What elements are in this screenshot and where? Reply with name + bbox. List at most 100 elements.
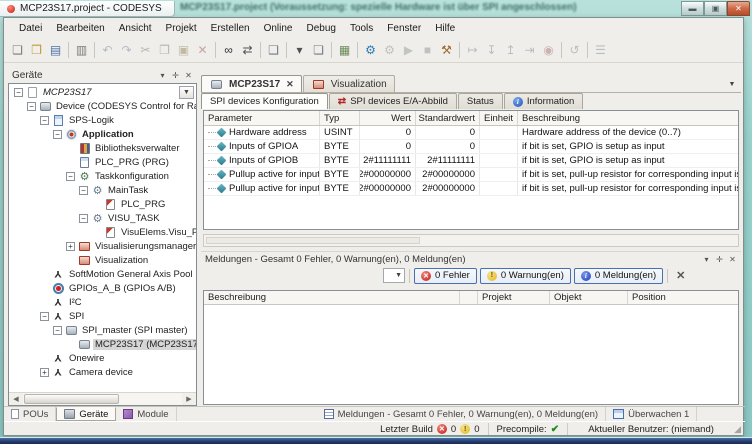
subtab-spi-devices-e-a-abbild[interactable]: SPI devices E/A-Abbild bbox=[328, 93, 457, 109]
minimize-button[interactable]: ▬ bbox=[681, 1, 704, 16]
tree-item-application[interactable]: − Application bbox=[9, 127, 196, 141]
tree-item-i-c[interactable]: I²C bbox=[9, 295, 196, 309]
tree-item-onewire[interactable]: Onewire bbox=[9, 351, 196, 365]
menu-online[interactable]: Online bbox=[257, 21, 300, 36]
tree-item-spi[interactable]: − SPI bbox=[9, 309, 196, 323]
device-selector-dropdown[interactable]: ▼ bbox=[179, 86, 194, 99]
tree-item-visu-task[interactable]: − VISU_TASK bbox=[9, 211, 196, 225]
cell-wert[interactable]: 2#00000000 bbox=[360, 182, 416, 195]
menu-fenster[interactable]: Fenster bbox=[380, 21, 428, 36]
scroll-left-icon[interactable]: ◀ bbox=[9, 393, 23, 405]
open-project-icon[interactable]: ❒ bbox=[27, 40, 46, 59]
login-icon[interactable]: ⚙ bbox=[361, 40, 380, 59]
tree-horizontal-scrollbar[interactable]: ◀ ▶ bbox=[9, 392, 196, 405]
save-project-icon[interactable]: ▤ bbox=[46, 40, 65, 59]
scroll-right-icon[interactable]: ▶ bbox=[182, 393, 196, 405]
expander-plus-icon[interactable]: + bbox=[66, 241, 75, 251]
close-tab-icon[interactable]: ✕ bbox=[286, 79, 294, 90]
expander-minus-icon[interactable]: − bbox=[14, 87, 23, 97]
build-icon[interactable]: ▾ bbox=[290, 40, 309, 59]
tree-item-mcp23s17-mcp23s17[interactable]: MCP23S17 (MCP23S17) bbox=[9, 337, 196, 351]
expander-minus-icon[interactable]: − bbox=[79, 185, 88, 195]
doc-tab-mcp23s17[interactable]: MCP23S17 ✕ bbox=[201, 75, 302, 92]
expander-minus-icon[interactable]: − bbox=[66, 171, 75, 181]
tree-item-maintask[interactable]: − MainTask bbox=[9, 183, 196, 197]
maximize-button[interactable]: ▣ bbox=[704, 1, 727, 16]
expander-minus-icon[interactable]: − bbox=[79, 213, 88, 223]
parameter-row-inputs-of-gpiob[interactable]: Inputs of GPIOB BYTE 2#11111111 2#11111111 i… bbox=[204, 154, 738, 168]
export-icon[interactable]: ❑ bbox=[264, 40, 283, 59]
filter-0-warnung-en[interactable]: ! 0 Warnung(en) bbox=[479, 267, 571, 284]
view-tab-ger-te[interactable]: Geräte bbox=[56, 407, 117, 421]
tree-item-camera-device[interactable]: + Camera device bbox=[9, 365, 196, 379]
subtab-status[interactable]: Status bbox=[457, 93, 503, 109]
tree-item-visualisierungsmanager[interactable]: + Visualisierungsmanager bbox=[9, 239, 196, 253]
editor-horizontal-scrollbar[interactable] bbox=[203, 234, 739, 247]
filter-0-meldung-en[interactable]: i0 Meldung(en) bbox=[573, 267, 664, 284]
panel-menu-icon[interactable]: ▾ bbox=[156, 69, 169, 81]
expander-minus-icon[interactable]: − bbox=[40, 115, 49, 125]
view-tab-pous[interactable]: POUs bbox=[4, 407, 57, 421]
tree-item-device-codesys-control-for-raspberry-pi[interactable]: − Device (CODESYS Control for Raspberry P… bbox=[9, 99, 196, 113]
scroll-thumb[interactable] bbox=[24, 394, 120, 404]
scroll-track[interactable] bbox=[23, 393, 182, 405]
print-icon[interactable]: ▥ bbox=[72, 40, 91, 59]
library-icon bbox=[77, 142, 92, 155]
cell-wert[interactable]: 0 bbox=[360, 140, 416, 153]
doc-tab-visualization[interactable]: Visualization bbox=[302, 75, 395, 92]
parameter-row-pullup-active-for-inputs-a[interactable]: Pullup active for inputs ABYTE2#00000000… bbox=[204, 168, 738, 182]
menu-hilfe[interactable]: Hilfe bbox=[428, 21, 462, 36]
pin-icon[interactable]: ✛ bbox=[169, 69, 182, 81]
tab-list-dropdown-icon[interactable]: ▼ bbox=[725, 78, 739, 91]
close-button[interactable]: ✕ bbox=[727, 1, 750, 16]
cell-wert[interactable]: 2#11111111 bbox=[360, 154, 416, 167]
resize-grip-icon[interactable]: ◢ bbox=[734, 424, 741, 435]
tree-item-bibliotheksverwalter[interactable]: Bibliotheksverwalter bbox=[9, 141, 196, 155]
expander-minus-icon[interactable]: − bbox=[53, 129, 62, 139]
tree-item-gpios-a-b-gpios-a-b[interactable]: GPIOs_A_B (GPIOs A/B) bbox=[9, 281, 196, 295]
menu-bearbeiten[interactable]: Bearbeiten bbox=[49, 21, 111, 36]
clear-messages-icon[interactable]: ✕ bbox=[672, 269, 689, 282]
message-category-dropdown[interactable]: ▼ bbox=[383, 268, 405, 283]
find-icon[interactable]: ∞ bbox=[219, 40, 238, 59]
expander-minus-icon[interactable]: − bbox=[27, 101, 36, 111]
cell-wert[interactable]: 2#00000000 bbox=[360, 168, 416, 181]
debug-tools-icon[interactable]: ⚒ bbox=[437, 40, 456, 59]
tree-item-plc-prg[interactable]: PLC_PRG bbox=[9, 197, 196, 211]
close-icon[interactable]: ✕ bbox=[726, 253, 739, 265]
expander-minus-icon[interactable]: − bbox=[53, 325, 62, 335]
menu-ansicht[interactable]: Ansicht bbox=[112, 21, 159, 36]
subtab-information[interactable]: i Information bbox=[503, 93, 584, 109]
tree-item-sps-logik[interactable]: − SPS-Logik bbox=[9, 113, 196, 127]
new-project-icon[interactable]: ❏ bbox=[8, 40, 27, 59]
menu-datei[interactable]: Datei bbox=[12, 21, 49, 36]
expander-minus-icon[interactable]: − bbox=[40, 311, 49, 321]
clean-icon[interactable]: ▦ bbox=[335, 40, 354, 59]
panel-tab-berwachen-1[interactable]: Überwachen 1 bbox=[606, 407, 698, 421]
parameter-row-hardware-address[interactable]: Hardware address USINT 0 0 Hardware address … bbox=[204, 126, 738, 140]
subtab-spi-devices-konfiguration[interactable]: SPI devices Konfiguration bbox=[201, 93, 328, 109]
panel-menu-icon[interactable]: ▾ bbox=[700, 253, 713, 265]
tree-item-plc-prg-prg[interactable]: PLC_PRG (PRG) bbox=[9, 155, 196, 169]
view-tab-module[interactable]: Module bbox=[116, 407, 177, 421]
menu-erstellen[interactable]: Erstellen bbox=[204, 21, 257, 36]
find-replace-icon[interactable]: ⇄ bbox=[238, 40, 257, 59]
tree-item-mcp23s17[interactable]: − MCP23S17 bbox=[9, 85, 196, 99]
tree-item-spi-master-spi-master[interactable]: − SPI_master (SPI master) bbox=[9, 323, 196, 337]
menu-debug[interactable]: Debug bbox=[299, 21, 342, 36]
menu-tools[interactable]: Tools bbox=[343, 21, 380, 36]
generate-code-icon[interactable]: ❏ bbox=[309, 40, 328, 59]
menu-projekt[interactable]: Projekt bbox=[159, 21, 204, 36]
tree-item-visuelems-visu-prg[interactable]: VisuElems.Visu_Prg bbox=[9, 225, 196, 239]
tree-item-visualization[interactable]: Visualization bbox=[9, 253, 196, 267]
parameter-row-pullup-active-for-inputs-b[interactable]: Pullup active for inputs BBYTE2#00000000… bbox=[204, 182, 738, 196]
cell-wert[interactable]: 0 bbox=[360, 126, 416, 139]
pin-icon[interactable]: ✛ bbox=[713, 253, 726, 265]
panel-tab-meldungen-gesamt-0-fehle[interactable]: Meldungen - Gesamt 0 Fehler, 0 Warnung(e… bbox=[317, 407, 607, 421]
parameter-row-inputs-of-gpioa[interactable]: Inputs of GPIOA BYTE 0 0 if bit is set, GPIO… bbox=[204, 140, 738, 154]
tree-item-softmotion-general-axis-pool[interactable]: SoftMotion General Axis Pool bbox=[9, 267, 196, 281]
close-icon[interactable]: ✕ bbox=[182, 69, 195, 81]
expander-plus-icon[interactable]: + bbox=[40, 367, 49, 377]
filter-0-fehler[interactable]: ✕ 0 Fehler bbox=[414, 267, 477, 284]
tree-item-taskkonfiguration[interactable]: − Taskkonfiguration bbox=[9, 169, 196, 183]
